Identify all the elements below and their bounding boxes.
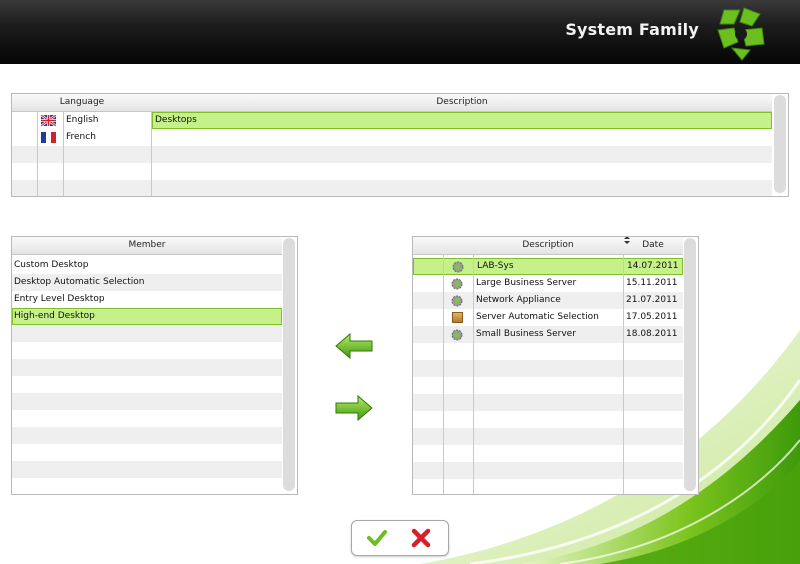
empty-row bbox=[12, 444, 282, 461]
table-row[interactable]: Server Automatic Selection 17.05.2011 bbox=[413, 309, 683, 326]
member-name: High-end Desktop bbox=[14, 311, 95, 321]
empty-row bbox=[12, 376, 282, 393]
column-divider bbox=[151, 112, 152, 196]
empty-row bbox=[413, 479, 683, 494]
system-date: 14.07.2011 bbox=[627, 261, 679, 271]
empty-row bbox=[12, 427, 282, 444]
language-cell: French bbox=[66, 132, 96, 142]
empty-row bbox=[413, 445, 683, 462]
empty-row bbox=[413, 343, 683, 360]
system-description: Network Appliance bbox=[476, 295, 561, 305]
system-date: 17.05.2011 bbox=[626, 312, 678, 322]
list-item[interactable]: Custom Desktop bbox=[12, 257, 282, 274]
icon-column-header bbox=[413, 237, 473, 255]
empty-row bbox=[413, 394, 683, 411]
confirm-check-icon[interactable] bbox=[366, 528, 388, 548]
member-name: Entry Level Desktop bbox=[14, 294, 105, 304]
system-date: 15.11.2011 bbox=[626, 278, 678, 288]
empty-row bbox=[413, 462, 683, 479]
list-item[interactable]: Desktop Automatic Selection bbox=[12, 274, 282, 291]
empty-row bbox=[12, 342, 282, 359]
vertical-scrollbar[interactable] bbox=[283, 238, 295, 491]
system-description: LAB-Sys bbox=[477, 261, 514, 271]
list-item[interactable]: Entry Level Desktop bbox=[12, 291, 282, 308]
brand-logo-icon bbox=[717, 7, 765, 61]
france-flag-icon bbox=[41, 132, 56, 143]
description-column-header[interactable]: Description bbox=[473, 237, 623, 255]
system-description: Small Business Server bbox=[476, 329, 576, 339]
empty-row bbox=[413, 428, 683, 445]
description-cell[interactable] bbox=[154, 129, 754, 146]
dialog-button-bar bbox=[351, 520, 449, 556]
list-item-selected[interactable]: High-end Desktop bbox=[12, 308, 282, 325]
column-divider bbox=[37, 112, 38, 196]
system-description: Server Automatic Selection bbox=[476, 312, 599, 322]
cancel-x-icon[interactable] bbox=[410, 528, 432, 548]
member-column-header[interactable]: Member bbox=[12, 237, 282, 255]
gear-icon bbox=[451, 278, 463, 290]
table-row[interactable]: French bbox=[12, 129, 772, 146]
gear-icon bbox=[451, 295, 463, 307]
table-row[interactable]: English Desktops bbox=[12, 112, 772, 129]
table-row-selected[interactable]: LAB-Sys 14.07.2011 bbox=[413, 258, 683, 275]
empty-row bbox=[413, 377, 683, 394]
empty-row bbox=[12, 410, 282, 427]
member-name: Desktop Automatic Selection bbox=[14, 277, 145, 287]
language-grid[interactable]: Language Description English Desktops Fr… bbox=[11, 93, 789, 197]
empty-row bbox=[12, 393, 282, 410]
column-divider bbox=[623, 255, 624, 494]
member-name: Custom Desktop bbox=[14, 260, 89, 270]
column-divider bbox=[63, 112, 64, 196]
gear-icon bbox=[451, 329, 463, 341]
language-column-header[interactable]: Language bbox=[12, 94, 152, 112]
empty-row bbox=[12, 325, 282, 342]
vertical-scrollbar[interactable] bbox=[774, 95, 786, 193]
gear-icon bbox=[452, 261, 464, 273]
system-date: 18.08.2011 bbox=[626, 329, 678, 339]
empty-row bbox=[12, 359, 282, 376]
language-cell: English bbox=[66, 115, 99, 125]
uk-flag-icon bbox=[41, 115, 56, 126]
table-row[interactable]: Small Business Server 18.08.2011 bbox=[413, 326, 683, 343]
page-title: System Family bbox=[565, 20, 699, 39]
vertical-scrollbar[interactable] bbox=[684, 238, 696, 491]
available-systems-grid[interactable]: Description Date LAB-Sys 14.07.2011 Larg… bbox=[412, 236, 699, 495]
member-grid[interactable]: Member Custom Desktop Desktop Automatic … bbox=[11, 236, 298, 495]
system-date: 21.07.2011 bbox=[626, 295, 678, 305]
date-column-header[interactable]: Date bbox=[623, 237, 683, 255]
table-row[interactable]: Large Business Server 15.11.2011 bbox=[413, 275, 683, 292]
app-header: System Family bbox=[0, 0, 800, 64]
add-to-members-arrow-left-icon[interactable] bbox=[334, 331, 374, 361]
empty-row bbox=[12, 478, 282, 494]
empty-row bbox=[12, 180, 772, 196]
remove-from-members-arrow-right-icon[interactable] bbox=[334, 393, 374, 423]
empty-row bbox=[12, 461, 282, 478]
description-text: Desktops bbox=[155, 115, 197, 125]
description-column-header[interactable]: Description bbox=[152, 94, 772, 112]
column-divider bbox=[473, 255, 474, 494]
table-row[interactable]: Network Appliance 21.07.2011 bbox=[413, 292, 683, 309]
column-divider bbox=[443, 255, 444, 494]
package-icon bbox=[452, 312, 463, 323]
empty-row bbox=[413, 411, 683, 428]
system-description: Large Business Server bbox=[476, 278, 577, 288]
empty-row bbox=[12, 163, 772, 180]
sort-indicator-icon bbox=[624, 237, 630, 244]
empty-row bbox=[12, 146, 772, 163]
description-cell-selected[interactable]: Desktops bbox=[152, 112, 772, 129]
empty-row bbox=[413, 360, 683, 377]
